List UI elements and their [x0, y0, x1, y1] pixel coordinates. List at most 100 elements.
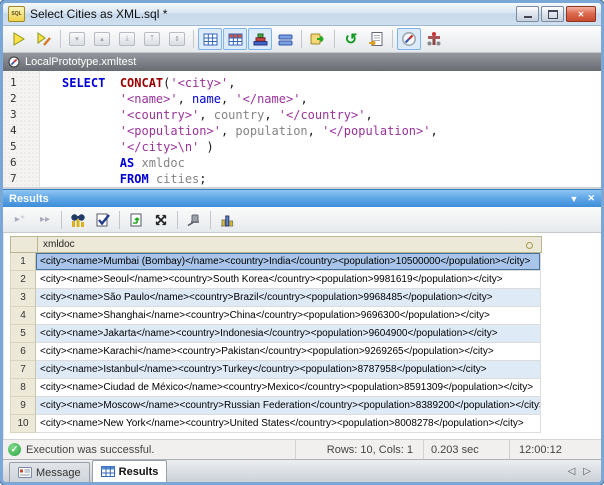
goto-next-button[interactable]: ▸▸ [33, 209, 57, 231]
data-pipeline-button[interactable] [422, 28, 446, 50]
sql-file-icon: SQL [8, 6, 25, 22]
pin-result-button[interactable] [182, 209, 206, 231]
results-panel-titlebar[interactable]: Results ▼ ✕ [3, 189, 601, 207]
code-line[interactable]: '</city>\n' ) [62, 139, 601, 155]
status-bar: ✓ Execution was successful. Rows: 10, Co… [3, 439, 601, 459]
line-number: 3 [3, 107, 39, 123]
row-number[interactable]: 6 [10, 343, 36, 361]
code-line[interactable]: '<name>', name, '</name>', [62, 91, 601, 107]
close-button[interactable]: ✕ [566, 6, 596, 22]
app-window: SQL Select Cities as XML.sql * ✕ ▾ ▴ ⤓ ⤒… [0, 0, 604, 485]
result-cell[interactable]: <city><name>Ciudad de México</name><coun… [36, 379, 541, 397]
nav-to-top-icon: ⤒ [144, 32, 160, 46]
nav-to-bottom-button[interactable]: ⤓ [115, 28, 139, 50]
append-to-file-button[interactable] [364, 28, 388, 50]
result-cell[interactable]: <city><name>Seoul</name><country>South K… [36, 271, 541, 289]
chart-view-button[interactable] [215, 209, 239, 231]
stacked-view-button[interactable] [248, 28, 272, 50]
row-number[interactable]: 5 [10, 325, 36, 343]
result-row[interactable]: 6<city><name>Karachi</name><country>Paki… [10, 343, 601, 361]
row-number[interactable]: 10 [10, 415, 36, 433]
find-button[interactable] [66, 209, 90, 231]
result-row[interactable]: 10<city><name>New York</name><country>Un… [10, 415, 601, 433]
results-grid-icon [101, 466, 115, 477]
result-cell[interactable]: <city><name>Shanghai</name><country>Chin… [36, 307, 541, 325]
result-cell[interactable]: <city><name>São Paulo</name><country>Bra… [36, 289, 541, 307]
row-number[interactable]: 2 [10, 271, 36, 289]
row-number-header[interactable] [10, 236, 37, 253]
result-cell[interactable]: <city><name>Istanbul</name><country>Turk… [36, 361, 541, 379]
code-line[interactable]: SELECT CONCAT('<city>', [62, 75, 601, 91]
code-token: country [214, 108, 265, 122]
result-row[interactable]: 5<city><name>Jakarta</name><country>Indo… [10, 325, 601, 343]
grid-header-view-button[interactable] [223, 28, 247, 50]
nav-up-button[interactable]: ▴ [90, 28, 114, 50]
play-icon [11, 31, 27, 47]
result-row[interactable]: 2<city><name>Seoul</name><country>South … [10, 271, 601, 289]
document-bar[interactable]: LocalPrototype.xmltest [3, 53, 601, 71]
result-row[interactable]: 3<city><name>São Paulo</name><country>Br… [10, 289, 601, 307]
code-token: , [178, 92, 192, 106]
line-number: 5 [3, 139, 39, 155]
result-cell[interactable]: <city><name>Jakarta</name><country>Indon… [36, 325, 541, 343]
tab-message[interactable]: Message [9, 462, 90, 482]
grid-body[interactable]: 1<city><name>Mumbai (Bombay)</name><coun… [10, 253, 601, 433]
row-number[interactable]: 1 [10, 253, 36, 271]
compass-mini-icon [8, 56, 20, 68]
undo-button[interactable]: ↺ [339, 28, 363, 50]
nav-both-button[interactable]: ⇕ [165, 28, 189, 50]
row-number[interactable]: 9 [10, 397, 36, 415]
code-token: population [235, 124, 307, 138]
result-cell[interactable]: <city><name>Karachi</name><country>Pakis… [36, 343, 541, 361]
line-number: 2 [3, 91, 39, 107]
tab-scroll-right-button[interactable]: ▷ [583, 466, 591, 477]
nav-to-top-button[interactable]: ⤒ [140, 28, 164, 50]
goto-statement-button[interactable]: ▸⁺ [8, 209, 32, 231]
panel-close-button[interactable]: ✕ [587, 193, 595, 204]
results-grid[interactable]: xmldoc 1<city><name>Mumbai (Bombay)</nam… [3, 233, 601, 439]
minimize-icon [524, 16, 532, 18]
success-check-icon: ✓ [8, 443, 21, 456]
code-token: '</name>' [235, 92, 300, 106]
code-line[interactable]: '<country>', country, '</country>', [62, 107, 601, 123]
minimize-button[interactable] [516, 6, 539, 22]
execute-for-editing-button[interactable] [32, 28, 56, 50]
title-bar[interactable]: SQL Select Cities as XML.sql * ✕ [3, 3, 601, 26]
refresh-document-button[interactable] [124, 209, 148, 231]
row-number[interactable]: 8 [10, 379, 36, 397]
code-area[interactable]: SELECT CONCAT('<city>', '<name>', name, … [40, 71, 601, 187]
result-row[interactable]: 4<city><name>Shanghai</name><country>Chi… [10, 307, 601, 325]
rows-view-button[interactable] [273, 28, 297, 50]
tab-scroll-left-button[interactable]: ◁ [568, 466, 576, 477]
result-cell[interactable]: <city><name>Mumbai (Bombay)</name><count… [36, 253, 541, 271]
code-token: CONCAT [120, 76, 163, 90]
code-token: , [221, 124, 235, 138]
result-row[interactable]: 9<city><name>Moscow</name><country>Russi… [10, 397, 601, 415]
panel-menu-button[interactable]: ▼ [570, 194, 579, 204]
edit-check-button[interactable] [91, 209, 115, 231]
maximize-button[interactable] [541, 6, 564, 22]
result-row[interactable]: 1<city><name>Mumbai (Bombay)</name><coun… [10, 253, 601, 271]
result-row[interactable]: 8<city><name>Ciudad de México</name><cou… [10, 379, 601, 397]
nav-up-icon: ▴ [94, 32, 110, 46]
export-button[interactable] [306, 28, 330, 50]
nav-down-button[interactable]: ▾ [65, 28, 89, 50]
code-token: , [430, 124, 437, 138]
tab-results[interactable]: Results [92, 460, 168, 482]
expand-cells-button[interactable] [149, 209, 173, 231]
results-toolbar: ▸⁺ ▸▸ [3, 207, 601, 233]
code-line[interactable]: AS xmldoc [62, 155, 601, 171]
code-line[interactable]: '<population>', population, '</populatio… [62, 123, 601, 139]
result-cell[interactable]: <city><name>Moscow</name><country>Russia… [36, 397, 541, 415]
row-number[interactable]: 7 [10, 361, 36, 379]
execute-button[interactable] [7, 28, 31, 50]
result-cell[interactable]: <city><name>New York</name><country>Unit… [36, 415, 541, 433]
column-header-xmldoc[interactable]: xmldoc [37, 236, 542, 253]
row-number[interactable]: 3 [10, 289, 36, 307]
result-row[interactable]: 7<city><name>Istanbul</name><country>Tur… [10, 361, 601, 379]
row-number[interactable]: 4 [10, 307, 36, 325]
xml-compass-button[interactable] [397, 28, 421, 50]
code-line[interactable]: FROM cities; [62, 171, 601, 187]
grid-view-button[interactable] [198, 28, 222, 50]
sql-editor[interactable]: 1234567 SELECT CONCAT('<city>', '<name>'… [3, 71, 601, 189]
